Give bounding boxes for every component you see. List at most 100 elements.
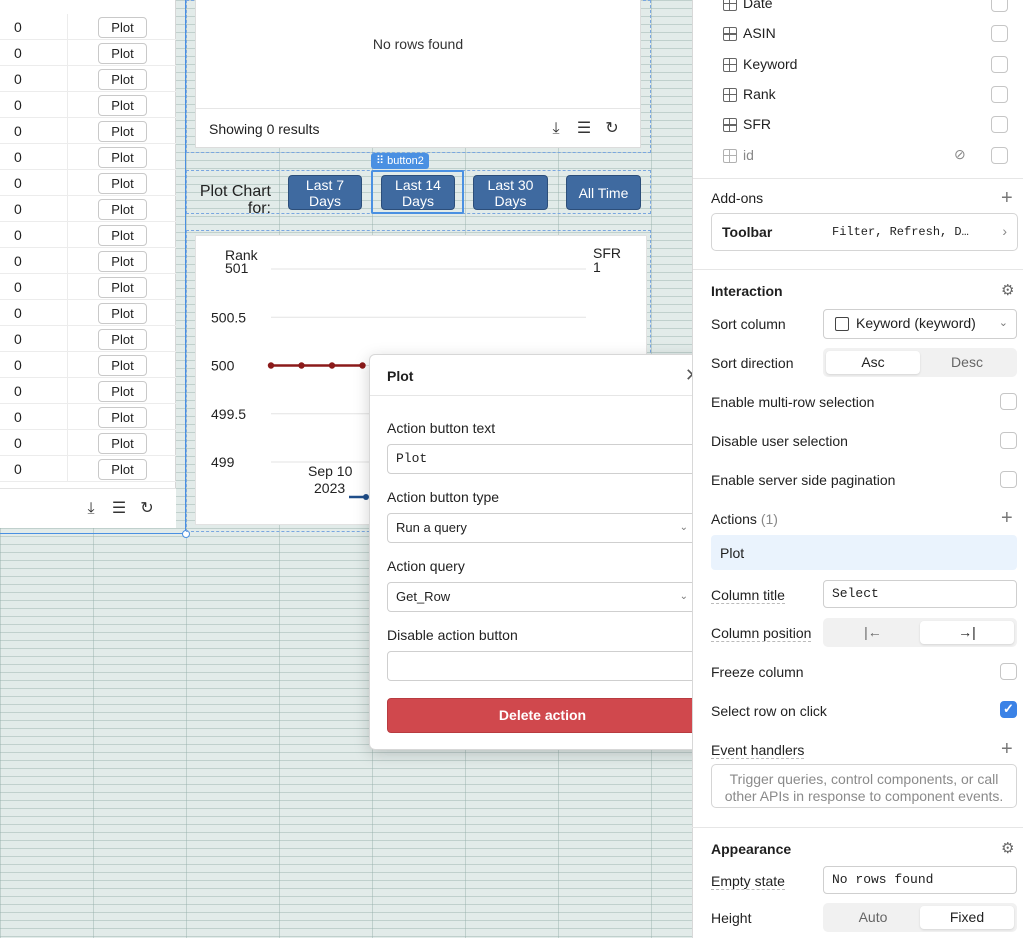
column-title-input[interactable]: Select [823, 580, 1017, 608]
column-checkbox[interactable] [991, 116, 1008, 134]
column-label: Rank [743, 85, 776, 102]
sort-column-select[interactable]: Keyword (keyword) ⌄ [823, 309, 1017, 339]
add-addon-icon[interactable]: + [1001, 188, 1013, 208]
freeze-column-label: Freeze column [711, 664, 804, 680]
table-column-icon [723, 27, 737, 42]
column-item-date[interactable]: Date [711, 0, 1019, 19]
table-column-icon [723, 0, 737, 11]
last-7-days-button[interactable]: Last 7 Days [288, 175, 362, 210]
sort-column-label: Sort column [711, 316, 786, 332]
settings-sliders-icon[interactable]: ⚙ [1001, 839, 1014, 857]
actions-count: (1) [760, 511, 778, 527]
y-left-tick-label: 499.5 [211, 406, 246, 422]
sort-direction-label: Sort direction [711, 355, 794, 371]
table-column-icon [723, 148, 737, 163]
table-selection-outline [0, 0, 186, 534]
select-row-checkbox[interactable] [1000, 701, 1017, 718]
table-footer: Showing 0 results ⤓ ☰ ↻ [196, 108, 640, 148]
action-item-label: Plot [720, 545, 745, 561]
action-query-value: Get_Row [396, 589, 451, 604]
column-label: ASIN [743, 25, 776, 42]
interaction-title: Interaction [711, 283, 783, 299]
refresh-icon[interactable]: ↻ [602, 119, 622, 139]
y-left-tick-label: 499 [211, 454, 235, 470]
action-type-label: Action button type [387, 489, 500, 505]
divider [692, 827, 1023, 828]
height-toggle[interactable]: Auto Fixed [823, 903, 1017, 932]
empty-state-text: No rows found [372, 36, 464, 52]
freeze-column-checkbox[interactable] [1000, 663, 1017, 680]
action-text-label: Action button text [387, 420, 496, 436]
pin-left-icon[interactable]: |← [826, 621, 920, 644]
toolbar-label: Toolbar [722, 224, 773, 240]
column-checkbox[interactable] [991, 25, 1008, 43]
popover-header: Plot ✕ [370, 355, 714, 396]
column-position-toggle[interactable]: |← →| [823, 618, 1017, 647]
column-label: Date [743, 0, 773, 11]
sort-desc-option[interactable]: Desc [920, 351, 1014, 374]
popover-title: Plot [387, 368, 414, 384]
column-item-asin[interactable]: ASIN [711, 19, 1019, 49]
divider [693, 178, 1023, 179]
action-type-select[interactable]: Run a query ⌄ [387, 513, 698, 543]
empty-state-label: Empty state [711, 873, 785, 890]
column-checkbox[interactable] [991, 55, 1008, 73]
settings-sliders-icon[interactable]: ⚙ [1001, 281, 1014, 299]
column-item-rank[interactable]: Rank [711, 80, 1019, 110]
sort-column-value: Keyword (keyword) [856, 315, 976, 331]
column-checkbox[interactable] [991, 85, 1008, 103]
addons-title: Add-ons [711, 190, 764, 206]
height-fixed-option[interactable]: Fixed [920, 906, 1014, 929]
event-handlers-empty[interactable]: Trigger queries, control components, or … [711, 764, 1017, 808]
disable-user-selection-checkbox[interactable] [1000, 432, 1017, 449]
multi-row-checkbox[interactable] [1000, 393, 1017, 410]
column-checkbox[interactable] [991, 0, 1008, 12]
toolbar-value: Filter, Refresh, D… [832, 225, 969, 239]
chevron-right-icon: › [1002, 223, 1007, 239]
eye-off-icon[interactable]: ⊘ [954, 146, 966, 163]
column-item-sfr[interactable]: SFR [711, 110, 1019, 140]
results-table[interactable]: No rows found Showing 0 results ⤓ ☰ ↻ [195, 0, 641, 148]
table-column-icon [723, 57, 737, 72]
selected-component-outline [371, 170, 464, 214]
server-pagination-checkbox[interactable] [1000, 471, 1017, 488]
x-tick-label: Sep 10 [308, 463, 353, 479]
table-column-icon [723, 118, 737, 133]
download-icon[interactable]: ⤓ [546, 119, 566, 139]
y-left-tick-label: 500 [211, 358, 235, 374]
filter-icon[interactable]: ☰ [574, 119, 594, 139]
column-position-label: Column position [711, 625, 812, 642]
column-item-keyword[interactable]: Keyword [711, 50, 1019, 80]
column-title-label: Column title [711, 587, 785, 604]
table-column-icon [835, 317, 849, 331]
empty-state-input[interactable]: No rows found [823, 866, 1017, 894]
divider [693, 269, 1023, 270]
action-query-select[interactable]: Get_Row ⌄ [387, 582, 698, 612]
toolbar-addon[interactable]: Toolbar Filter, Refresh, D… › [711, 213, 1018, 251]
event-handlers-label: Event handlers [711, 742, 805, 759]
y-right-tick-label: 1 [593, 259, 601, 275]
last-30-days-button[interactable]: Last 30 Days [473, 175, 548, 210]
height-auto-option[interactable]: Auto [826, 906, 920, 929]
action-popover[interactable]: Plot ✕ Action button text Plot Action bu… [369, 354, 715, 750]
action-type-value: Run a query [396, 520, 467, 535]
sort-direction-toggle[interactable]: Asc Desc [823, 348, 1017, 377]
sort-asc-option[interactable]: Asc [826, 351, 920, 374]
column-checkbox[interactable] [991, 146, 1008, 164]
disable-action-input[interactable] [387, 651, 698, 681]
pin-right-icon[interactable]: →| [920, 621, 1014, 644]
add-event-handler-icon[interactable]: + [1001, 739, 1013, 759]
add-action-icon[interactable]: + [1001, 508, 1013, 528]
column-item-id[interactable]: id ⊘ [711, 141, 1019, 171]
action-item-plot[interactable]: Plot [711, 535, 1017, 570]
x-tick-year-label: 2023 [314, 480, 345, 496]
results-count: Showing 0 results [209, 121, 320, 137]
action-text-input[interactable]: Plot [387, 444, 698, 474]
action-query-label: Action query [387, 558, 465, 574]
disable-action-label: Disable action button [387, 627, 518, 643]
chevron-down-icon: ⌄ [998, 317, 1008, 329]
server-pagination-label: Enable server side pagination [711, 472, 896, 488]
all-time-button[interactable]: All Time [566, 175, 641, 210]
delete-action-button[interactable]: Delete action [387, 698, 698, 733]
component-name-tag[interactable]: ⠿ button2 [371, 153, 429, 169]
